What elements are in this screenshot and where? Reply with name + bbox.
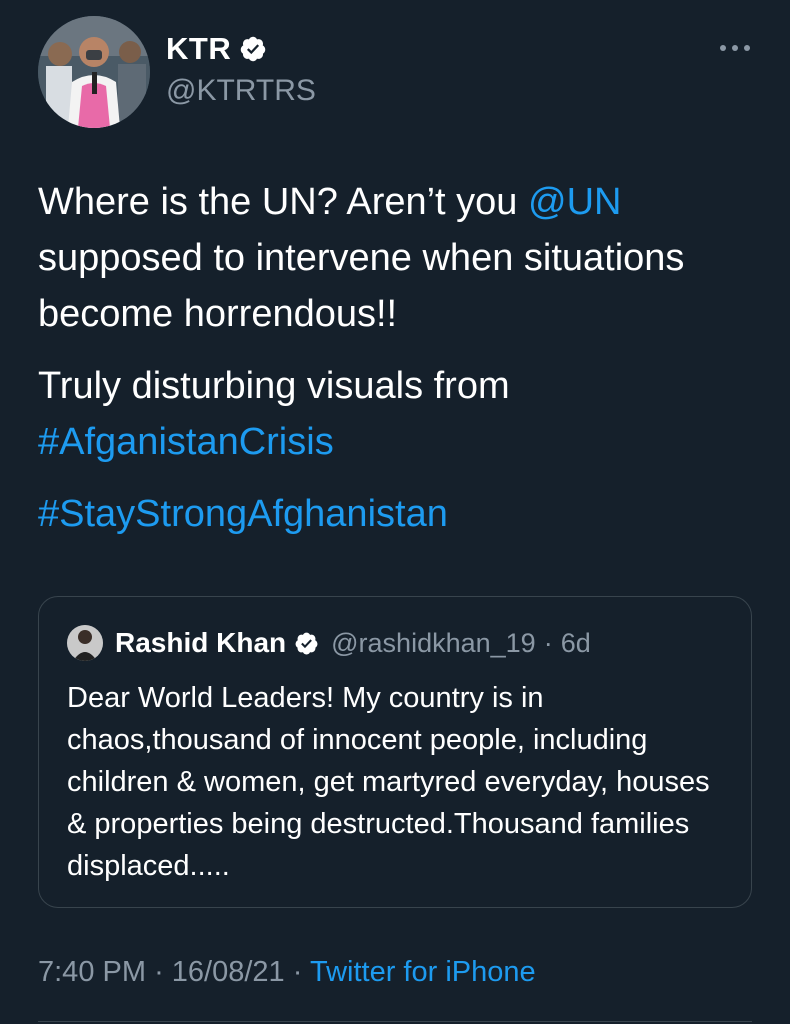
tweet-text: Where is the UN? Aren’t you @UN supposed… bbox=[38, 174, 753, 558]
avatar-photo-icon bbox=[38, 16, 150, 128]
tweet-source-link[interactable]: Twitter for iPhone bbox=[310, 956, 536, 988]
quoted-author-avatar[interactable] bbox=[67, 625, 103, 661]
hashtag-link[interactable]: #StayStrongAfghanistan bbox=[38, 493, 448, 535]
footer-separator: · bbox=[292, 956, 303, 988]
dot bbox=[720, 45, 726, 51]
quoted-author-name[interactable]: Rashid Khan bbox=[115, 627, 286, 659]
dot bbox=[732, 45, 738, 51]
tweet-text-segment: supposed to intervene when situations be… bbox=[38, 237, 685, 335]
mention-link[interactable]: @UN bbox=[528, 181, 621, 223]
tweet-text-segment: Where is the UN? Aren’t you bbox=[38, 181, 528, 223]
quoted-tweet[interactable]: Rashid Khan @rashidkhan_19 · 6d Dear Wor… bbox=[38, 596, 752, 908]
tweet-paragraph-3: #StayStrongAfghanistan bbox=[38, 486, 753, 542]
tweet-detail: KTR @KTRTRS Where is the UN? Aren’t you … bbox=[0, 0, 790, 1024]
hashtag-link[interactable]: #AfganistanCrisis bbox=[38, 421, 334, 463]
meta-separator: · bbox=[543, 627, 553, 658]
tweet-paragraph-1: Where is the UN? Aren’t you @UN supposed… bbox=[38, 174, 753, 342]
verified-badge-icon bbox=[295, 632, 318, 654]
quoted-tweet-age[interactable]: 6d bbox=[561, 628, 591, 659]
author-handle[interactable]: @KTRTRS bbox=[166, 74, 316, 108]
tweet-text-segment: Truly disturbing visuals from bbox=[38, 365, 510, 407]
avatar-photo-icon bbox=[67, 625, 103, 661]
tweet-time[interactable]: 7:40 PM bbox=[38, 956, 146, 988]
tweet-date[interactable]: 16/08/21 bbox=[172, 956, 285, 988]
footer-separator: · bbox=[154, 956, 164, 988]
author-name[interactable]: KTR bbox=[166, 31, 231, 67]
author-avatar[interactable] bbox=[38, 16, 150, 128]
quoted-author-handle[interactable]: @rashidkhan_19 bbox=[331, 628, 536, 659]
author-name-row[interactable]: KTR bbox=[166, 31, 267, 67]
quoted-tweet-text: Dear World Leaders! My country is in cha… bbox=[67, 682, 710, 882]
quoted-header: Rashid Khan @rashidkhan_19 · 6d bbox=[115, 627, 591, 659]
tweet-paragraph-2: Truly disturbing visuals from #Afganista… bbox=[38, 358, 753, 470]
divider bbox=[38, 1021, 752, 1022]
more-options-icon[interactable] bbox=[720, 38, 750, 58]
dot bbox=[744, 45, 750, 51]
verified-badge-icon bbox=[240, 36, 266, 62]
tweet-footer: 7:40 PM · 16/08/21 · Twitter for iPhone bbox=[38, 956, 536, 989]
